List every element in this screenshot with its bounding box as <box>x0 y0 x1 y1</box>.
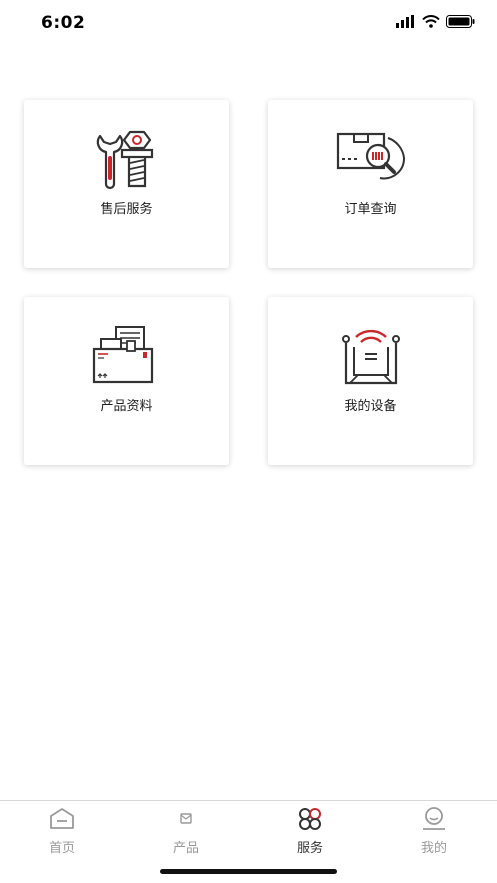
service-label: 我的设备 <box>344 399 397 414</box>
tab-product[interactable]: 产品 <box>124 807 248 856</box>
service-label: 售后服务 <box>100 202 153 217</box>
service-card-order-query[interactable]: 订单查询 <box>268 100 473 268</box>
tab-label: 服务 <box>296 841 323 856</box>
tab-home[interactable]: 首页 <box>0 807 124 856</box>
battery-icon <box>446 15 475 28</box>
service-label: 产品资料 <box>100 399 153 414</box>
cellular-signal-icon <box>396 15 414 28</box>
status-bar: 6:02 <box>0 0 497 48</box>
service-card-my-devices[interactable]: 我的设备 <box>268 297 473 465</box>
product-icon <box>180 813 192 824</box>
service-card-after-sales[interactable]: 售后服务 <box>24 100 229 268</box>
service-label: 订单查询 <box>344 202 397 217</box>
tab-label: 首页 <box>48 841 75 856</box>
status-time: 6:02 <box>41 13 86 33</box>
service-card-product-docs[interactable]: 产品资料 <box>24 297 229 465</box>
wrench-bolt-icon <box>96 130 153 190</box>
tab-label: 产品 <box>172 841 199 856</box>
tab-service[interactable]: 服务 <box>248 807 372 856</box>
package-search-icon <box>336 132 405 180</box>
document-box-icon <box>92 326 153 384</box>
tab-profile[interactable]: 我的 <box>372 807 496 856</box>
wifi-icon <box>422 15 440 28</box>
wifi-device-icon <box>341 329 400 385</box>
profile-icon <box>423 807 445 830</box>
status-icons <box>396 15 475 28</box>
tab-label: 我的 <box>420 841 447 856</box>
service-icon <box>299 808 321 830</box>
home-indicator[interactable] <box>160 869 337 874</box>
home-icon <box>50 808 74 829</box>
